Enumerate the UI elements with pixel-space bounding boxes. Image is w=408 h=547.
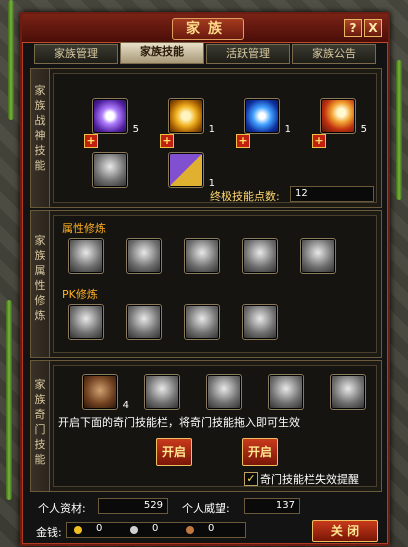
slash-attack-icon[interactable] (68, 238, 104, 274)
potion-bottle-icon[interactable]: 5 (320, 98, 367, 135)
vine-decoration-right (396, 60, 402, 200)
beast-icon[interactable] (144, 374, 180, 410)
check-mark-icon: ✓ (246, 472, 256, 485)
attribute-training-grid: 属性修炼 PK修炼 (53, 215, 377, 353)
close-button[interactable]: 关 闭 (312, 520, 378, 542)
add-skill-button[interactable]: + (236, 134, 250, 148)
secret-skills-grid: 4 开启下面的奇门技能栏，将奇门技能拖入即可生效 开启 开启 ✓ 奇门技能栏失效… (53, 365, 377, 487)
combo-skill-icon[interactable]: 1 (168, 152, 215, 189)
secret-skills-label: 家族奇门技能 (31, 361, 50, 491)
add-skill-button[interactable]: + (160, 134, 174, 148)
add-skill-button[interactable]: + (312, 134, 326, 148)
gold-orbs-icon[interactable]: 1 (168, 98, 215, 135)
silver-amount: 0 (152, 523, 159, 534)
gold-amount: 0 (96, 523, 103, 534)
attribute-training-label: 家族属性修炼 (31, 211, 50, 357)
personal-funds-value: 529 (98, 498, 168, 514)
ultimate-points-value: 12 (290, 186, 374, 202)
skill-count: 1 (208, 124, 215, 135)
pk-slash-icon[interactable] (68, 304, 104, 340)
purple-star-icon[interactable]: 5 (92, 98, 139, 135)
monk-portrait-icon[interactable] (206, 374, 242, 410)
pk-dark-shield-icon[interactable] (242, 304, 278, 340)
open-slot-button-2[interactable]: 开启 (242, 438, 278, 466)
secret-skills-hint: 开启下面的奇门技能栏，将奇门技能拖入即可生效 (58, 416, 300, 429)
copper-coin-icon (186, 526, 194, 534)
attribute-heading: 属性修炼 (62, 222, 106, 235)
attribute-training-panel: 家族属性修炼 属性修炼 PK修炼 (30, 210, 382, 358)
vine-decoration-left (8, 0, 14, 120)
battle-skills-panel: 家族战神技能 5 + 1 + 1 + 5 + 1 终极技能点数: 12 (30, 68, 382, 208)
tab-bar: 家族管理 家族技能 活跃管理 家族公告 (30, 42, 382, 64)
boot-icon[interactable] (268, 374, 304, 410)
tab-family-skills[interactable]: 家族技能 (120, 42, 204, 64)
ultimate-points-label: 终极技能点数: (210, 190, 280, 203)
checkbox-failure-reminder-label: 奇门技能栏失效提醒 (260, 473, 359, 486)
skill-count: 5 (360, 124, 367, 135)
tab-activity-manage[interactable]: 活跃管理 (206, 44, 290, 64)
pk-crescent-icon[interactable] (126, 304, 162, 340)
defense-shield-icon[interactable] (184, 238, 220, 274)
skill-count: 4 (122, 400, 129, 411)
tab-family-manage[interactable]: 家族管理 (34, 44, 118, 64)
skill-count: 5 (132, 124, 139, 135)
pk-shield-icon[interactable] (184, 304, 220, 340)
personal-prestige-label: 个人威望: (182, 502, 230, 515)
pk-heading: PK修炼 (62, 288, 98, 301)
money-label: 金钱: (36, 526, 62, 539)
warrior-helmet-icon[interactable]: 4 (82, 374, 129, 411)
help-button[interactable]: ? (344, 19, 362, 37)
personal-prestige-value: 137 (244, 498, 300, 514)
armor-icon[interactable] (92, 152, 128, 188)
checkbox-failure-reminder[interactable]: ✓ (244, 472, 258, 486)
title-bar[interactable]: 家族 ? X (22, 14, 388, 43)
wing-strike-icon[interactable] (242, 238, 278, 274)
window-title: 家族 (172, 18, 244, 40)
open-slot-button-1[interactable]: 开启 (156, 438, 192, 466)
close-x-button[interactable]: X (364, 19, 382, 37)
vine-decoration-left-lower (6, 300, 12, 500)
silver-coin-icon (130, 526, 138, 534)
lightning-icon[interactable]: 1 (244, 98, 291, 135)
copper-amount: 0 (208, 523, 215, 534)
personal-funds-label: 个人资材: (38, 502, 86, 515)
battle-skills-grid: 5 + 1 + 1 + 5 + 1 终极技能点数: 12 (53, 73, 377, 203)
skill-count: 1 (284, 124, 291, 135)
add-skill-button[interactable]: + (84, 134, 98, 148)
burst-attack-icon[interactable] (126, 238, 162, 274)
family-window: 家族 ? X 家族管理 家族技能 活跃管理 家族公告 家族战神技能 5 + 1 … (20, 12, 390, 546)
gold-coin-icon (74, 526, 82, 534)
meditation-icon[interactable] (330, 374, 366, 410)
battle-skills-label: 家族战神技能 (31, 69, 50, 207)
claw-strike-icon[interactable] (300, 238, 336, 274)
secret-skills-panel: 家族奇门技能 4 开启下面的奇门技能栏，将奇门技能拖入即可生效 开启 开启 ✓ … (30, 360, 382, 492)
tab-family-notice[interactable]: 家族公告 (292, 44, 376, 64)
